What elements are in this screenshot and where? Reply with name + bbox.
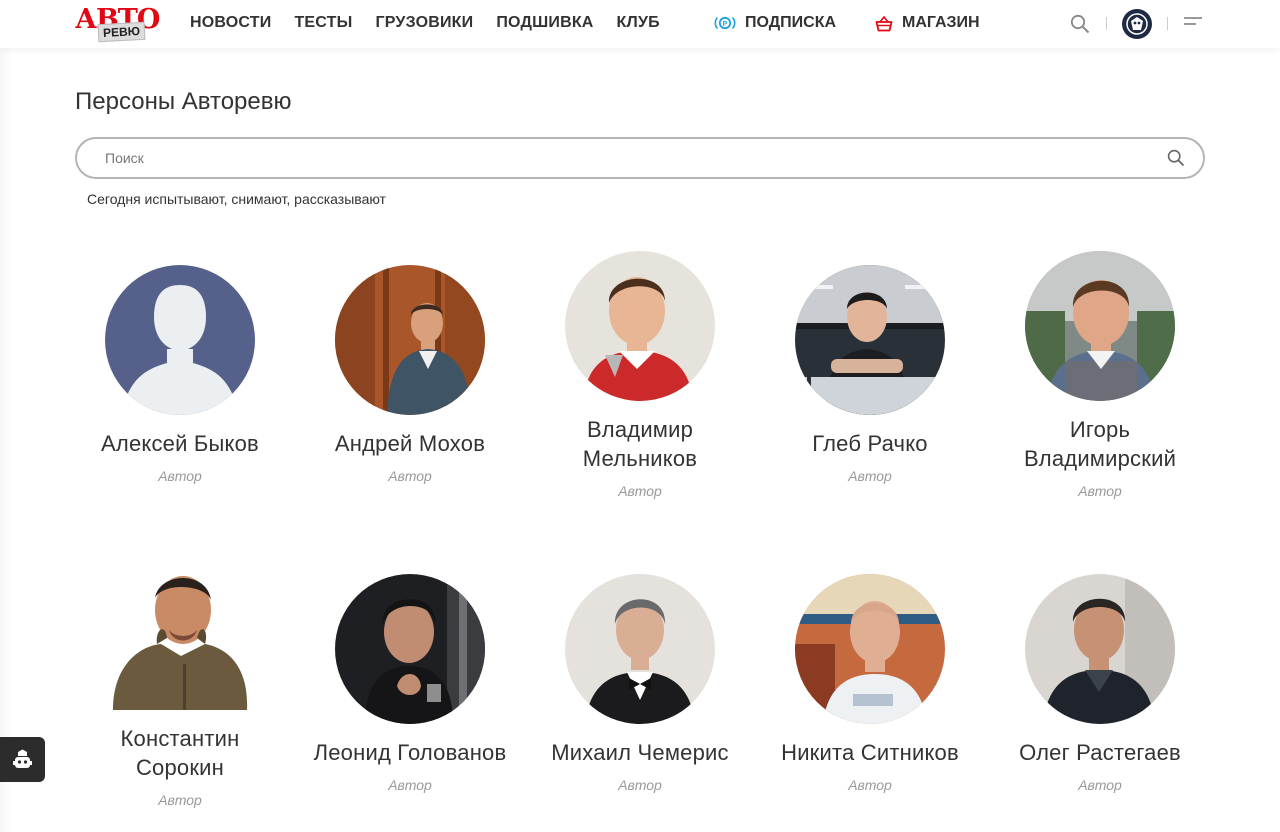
person-role: Автор [158,792,202,808]
person-photo [795,574,945,724]
site-header: АВТО РЕВЮ НОВОСТИ ТЕСТЫ ГРУЗОВИКИ ПОДШИВ… [0,0,1280,48]
person-role: Автор [1078,777,1122,793]
person-name: Константин Сорокин [120,726,240,780]
person-name: Никита Ситников [781,740,959,765]
person-card[interactable]: Михаил Чемерис Автор [535,574,745,793]
person-name: Олег Растегаев [1019,740,1181,765]
person-photo [335,265,485,415]
person-photo [335,574,485,724]
nav-archive[interactable]: ПОДШИВКА [496,14,593,32]
subscription-link[interactable]: Р ПОДПИСКА [714,14,836,32]
search-icon[interactable] [1070,14,1090,34]
nav-club[interactable]: КЛУБ [617,14,660,32]
user-avatar[interactable] [1122,9,1152,39]
header-divider [1106,17,1107,30]
person-card[interactable]: Константин Сорокин Автор [75,560,285,808]
nav-tests[interactable]: ТЕСТЫ [294,14,352,32]
search-input[interactable] [105,148,1145,168]
nav-trucks[interactable]: ГРУЗОВИКИ [375,14,473,32]
person-role: Автор [618,483,662,499]
nav-news[interactable]: НОВОСТИ [190,14,271,32]
svg-text:Р: Р [723,21,728,28]
person-photo [105,560,255,710]
search-icon[interactable] [1167,149,1185,167]
header-divider [1167,17,1168,30]
shop-link[interactable]: МАГАЗИН [875,14,980,32]
person-name: Игорь Владимирский [1023,417,1177,471]
subtitle: Сегодня испытывают, снимают, рассказываю… [87,191,386,207]
person-role: Автор [848,777,892,793]
person-card[interactable]: Леонид Голованов Автор [305,574,515,793]
person-photo [105,265,255,415]
person-role: Автор [388,777,432,793]
person-role: Автор [1078,483,1122,499]
person-name: Леонид Голованов [313,740,507,765]
person-name: Алексей Быков [101,431,259,456]
person-card[interactable]: Олег Растегаев Автор [995,574,1205,793]
person-card[interactable]: Владимир Мельников Автор [535,251,745,499]
person-card[interactable]: Игорь Владимирский Автор [995,251,1205,499]
search-box [75,137,1205,179]
logo[interactable]: АВТО РЕВЮ [75,4,160,44]
person-photo [1025,574,1175,724]
person-name: Глеб Рачко [812,431,928,456]
person-role: Автор [618,777,662,793]
person-photo [795,265,945,415]
person-photo [1025,251,1175,401]
basket-icon [875,15,893,31]
menu-icon[interactable] [1184,17,1202,31]
person-role: Автор [848,468,892,484]
chat-widget-button[interactable] [0,737,45,782]
person-name: Михаил Чемерис [551,740,729,765]
person-card[interactable]: Никита Ситников Автор [765,574,975,793]
person-card[interactable]: Алексей Быков Автор [75,265,285,484]
subscription-icon: Р [714,16,736,30]
person-name: Андрей Мохов [334,431,486,456]
chat-bot-icon [13,749,32,768]
person-photo [565,574,715,724]
person-photo [565,251,715,401]
person-role: Автор [158,468,202,484]
subscription-label: ПОДПИСКА [745,14,837,31]
main-nav: НОВОСТИ ТЕСТЫ ГРУЗОВИКИ ПОДШИВКА КЛУБ [190,14,683,32]
person-card[interactable]: Андрей Мохов Автор [305,265,515,484]
logo-bottom-text: РЕВЮ [97,21,146,43]
shop-label: МАГАЗИН [902,14,980,31]
person-name: Владимир Мельников [582,417,698,471]
left-edge-shadow [0,48,12,832]
person-role: Автор [388,468,432,484]
page-title: Персоны Авторевю [75,88,292,115]
person-card[interactable]: Глеб Рачко Автор [765,265,975,484]
